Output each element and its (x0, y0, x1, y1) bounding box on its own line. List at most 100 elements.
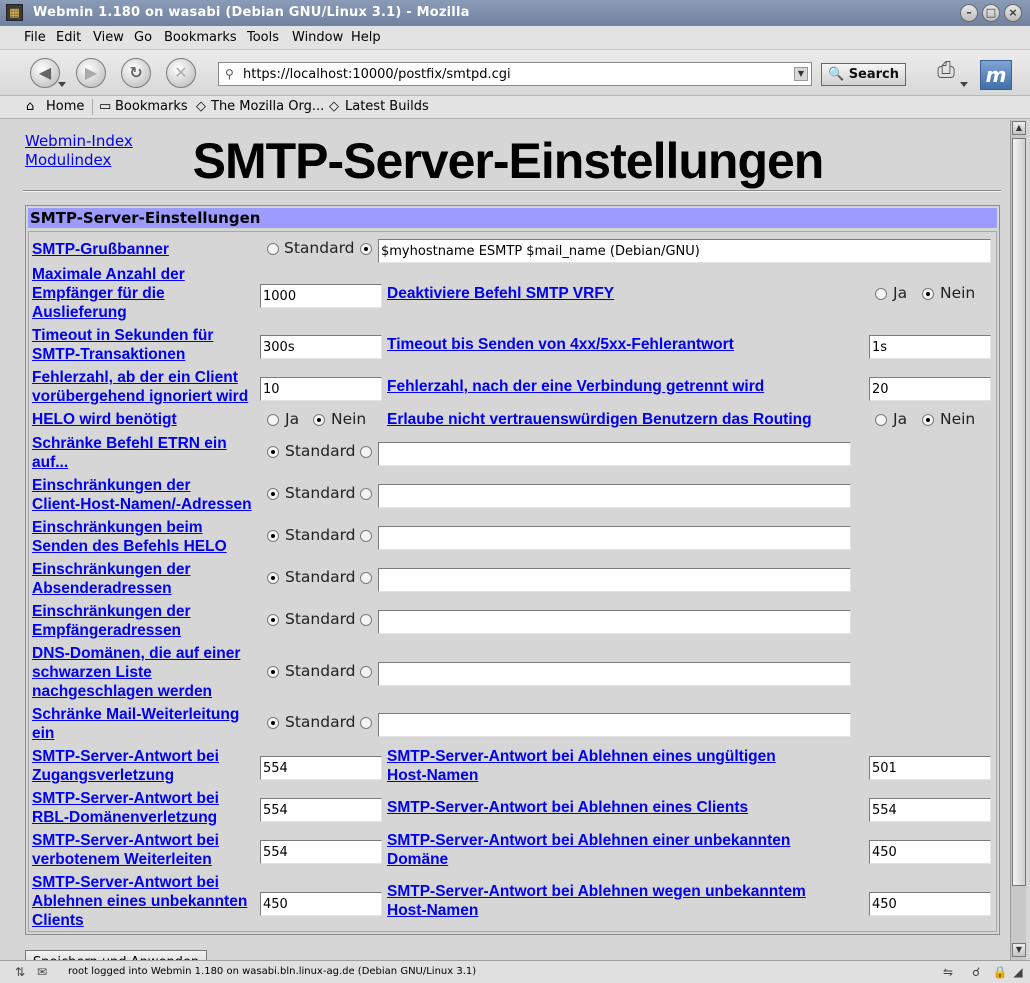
back-icon[interactable]: ◀ (30, 58, 60, 88)
forward-icon[interactable]: ▶ (76, 58, 106, 88)
menu-tools[interactable]: Tools (247, 30, 279, 45)
unknown-hostname-code-label[interactable]: Host-Namen (387, 901, 478, 920)
relay-default-radio[interactable] (267, 717, 279, 729)
timeout-label[interactable]: SMTP-Transaktionen (32, 345, 185, 364)
recipient-restrictions-label[interactable]: Einschränkungen der (32, 602, 190, 621)
menu-edit[interactable]: Edit (56, 30, 81, 45)
close-icon[interactable]: × (1004, 4, 1022, 22)
save-and-apply-button[interactable]: Speichern und Anwenden (25, 950, 207, 960)
invalid-hostname-code-label[interactable]: Host-Namen (387, 766, 478, 785)
helo-custom-radio[interactable] (360, 530, 372, 542)
helo-restrictions-label[interactable]: Einschränkungen beim (32, 518, 203, 537)
helo-required-yes-radio[interactable] (267, 414, 279, 426)
sender-restrictions-input[interactable] (378, 568, 851, 592)
relay-denied-code-input[interactable] (260, 840, 382, 864)
client-restrictions-input[interactable] (378, 484, 851, 508)
relay-untrusted-no-radio[interactable] (922, 414, 934, 426)
back-history-icon[interactable] (58, 82, 66, 87)
menu-bookmarks[interactable]: Bookmarks (164, 30, 237, 45)
helo-restrictions-input[interactable] (378, 526, 851, 550)
recipient-restrictions-label[interactable]: Empfängeradressen (32, 621, 181, 640)
helo-restrictions-label[interactable]: Senden des Befehls HELO (32, 537, 227, 556)
security-lock-icon[interactable]: 🔒 (992, 965, 1008, 979)
search-button[interactable]: 🔍 Search (821, 63, 906, 86)
invalid-hostname-code-input[interactable] (869, 756, 991, 780)
dns-default-radio[interactable] (267, 666, 279, 678)
soft-error-limit-label[interactable]: Fehlerzahl, ab der ein Client (32, 368, 238, 387)
banner-label[interactable]: SMTP-Grußbanner (32, 240, 169, 259)
rbl-reject-code-input[interactable] (260, 798, 382, 822)
rbl-reject-code-label[interactable]: SMTP-Server-Antwort bei (32, 789, 219, 808)
bookmarks-folder-icon[interactable]: ▭ (99, 99, 111, 114)
reload-icon[interactable]: ↻ (121, 58, 151, 88)
banner-default-radio[interactable] (267, 243, 279, 255)
url-input[interactable] (243, 65, 783, 83)
menu-help[interactable]: Help (351, 30, 381, 45)
print-dropdown-icon[interactable] (960, 82, 968, 87)
relay-denied-code-label[interactable]: SMTP-Server-Antwort bei (32, 831, 219, 850)
dns-blacklist-input[interactable] (378, 662, 851, 686)
scroll-down-icon[interactable]: ▼ (1012, 943, 1026, 957)
max-recipients-label[interactable]: Empfänger für die (32, 284, 165, 303)
client-custom-radio[interactable] (360, 488, 372, 500)
reject-client-code-input[interactable] (869, 798, 991, 822)
access-reject-code-input[interactable] (260, 756, 382, 780)
invalid-hostname-code-label[interactable]: SMTP-Server-Antwort bei Ablehnen eines u… (387, 747, 776, 766)
sender-restrictions-label[interactable]: Einschränkungen der (32, 560, 190, 579)
unknown-hostname-code-input[interactable] (869, 892, 991, 916)
helo-default-radio[interactable] (267, 530, 279, 542)
vrfy-yes-radio[interactable] (875, 288, 887, 300)
maximize-icon[interactable]: □ (982, 4, 1000, 22)
dns-blacklist-label[interactable]: schwarzen Liste (32, 663, 152, 682)
bookmarks-menu[interactable]: Bookmarks (115, 99, 188, 114)
banner-input[interactable] (378, 239, 991, 263)
error-timeout-label[interactable]: Timeout bis Senden von 4xx/5xx-Fehlerant… (387, 335, 734, 354)
minimize-icon[interactable]: – (960, 4, 978, 22)
rbl-reject-code-label[interactable]: RBL-Domänenverletzung (32, 808, 217, 827)
vrfy-no-radio[interactable] (922, 288, 934, 300)
etrn-restrictions-input[interactable] (378, 442, 851, 466)
recipient-default-radio[interactable] (267, 614, 279, 626)
reject-client-code-label[interactable]: SMTP-Server-Antwort bei Ablehnen eines C… (387, 798, 748, 817)
menu-go[interactable]: Go (134, 30, 152, 45)
url-bar[interactable]: ⚲ ▼ (218, 62, 812, 86)
recipient-custom-radio[interactable] (360, 614, 372, 626)
home-icon[interactable]: ⌂ (26, 99, 34, 114)
timeout-label[interactable]: Timeout in Sekunden für (32, 326, 213, 345)
vertical-scrollbar[interactable]: ▲ ▼ (1010, 120, 1026, 960)
unknown-client-code-label[interactable]: Clients (32, 911, 84, 930)
scroll-up-icon[interactable]: ▲ (1012, 121, 1026, 135)
print-icon[interactable]: ⎙ (930, 58, 962, 88)
recipient-restrictions-input[interactable] (378, 610, 851, 634)
max-recipients-label[interactable]: Auslieferung (32, 303, 127, 322)
relay-untrusted-yes-radio[interactable] (875, 414, 887, 426)
soft-error-limit-input[interactable] (260, 377, 382, 401)
sender-custom-radio[interactable] (360, 572, 372, 584)
unknown-hostname-code-label[interactable]: SMTP-Server-Antwort bei Ablehnen wegen u… (387, 882, 806, 901)
client-default-radio[interactable] (267, 488, 279, 500)
dns-blacklist-label[interactable]: DNS-Domänen, die auf einer (32, 644, 240, 663)
url-history-dropdown-icon[interactable]: ▼ (794, 67, 808, 81)
unknown-domain-code-input[interactable] (869, 840, 991, 864)
home-link[interactable]: Home (46, 99, 84, 114)
client-restrictions-label[interactable]: Einschränkungen der (32, 476, 190, 495)
sender-default-radio[interactable] (267, 572, 279, 584)
hard-error-limit-label[interactable]: Fehlerzahl, nach der eine Verbindung get… (387, 377, 764, 396)
etrn-restrictions-label[interactable]: Schränke Befehl ETRN ein (32, 434, 227, 453)
relay-restrictions-input[interactable] (378, 713, 851, 737)
timeout-input[interactable] (260, 335, 382, 359)
menu-view[interactable]: View (93, 30, 124, 45)
menu-window[interactable]: Window (292, 30, 343, 45)
client-restrictions-label[interactable]: Client-Host-Namen/-Adressen (32, 495, 252, 514)
unknown-client-code-label[interactable]: SMTP-Server-Antwort bei (32, 873, 219, 892)
unknown-domain-code-label[interactable]: Domäne (387, 850, 448, 869)
access-reject-code-label[interactable]: Zugangsverletzung (32, 766, 174, 785)
dns-custom-radio[interactable] (360, 666, 372, 678)
app-icon[interactable]: ▦ (6, 4, 23, 21)
mozilla-logo-icon[interactable]: m (980, 60, 1012, 90)
unknown-client-code-input[interactable] (260, 892, 382, 916)
online-status-icon[interactable]: ⇅ (12, 965, 28, 979)
helo-required-label[interactable]: HELO wird benötigt (32, 410, 177, 429)
disable-vrfy-label[interactable]: Deaktiviere Befehl SMTP VRFY (387, 284, 614, 303)
scrollbar-thumb[interactable] (1012, 138, 1026, 886)
